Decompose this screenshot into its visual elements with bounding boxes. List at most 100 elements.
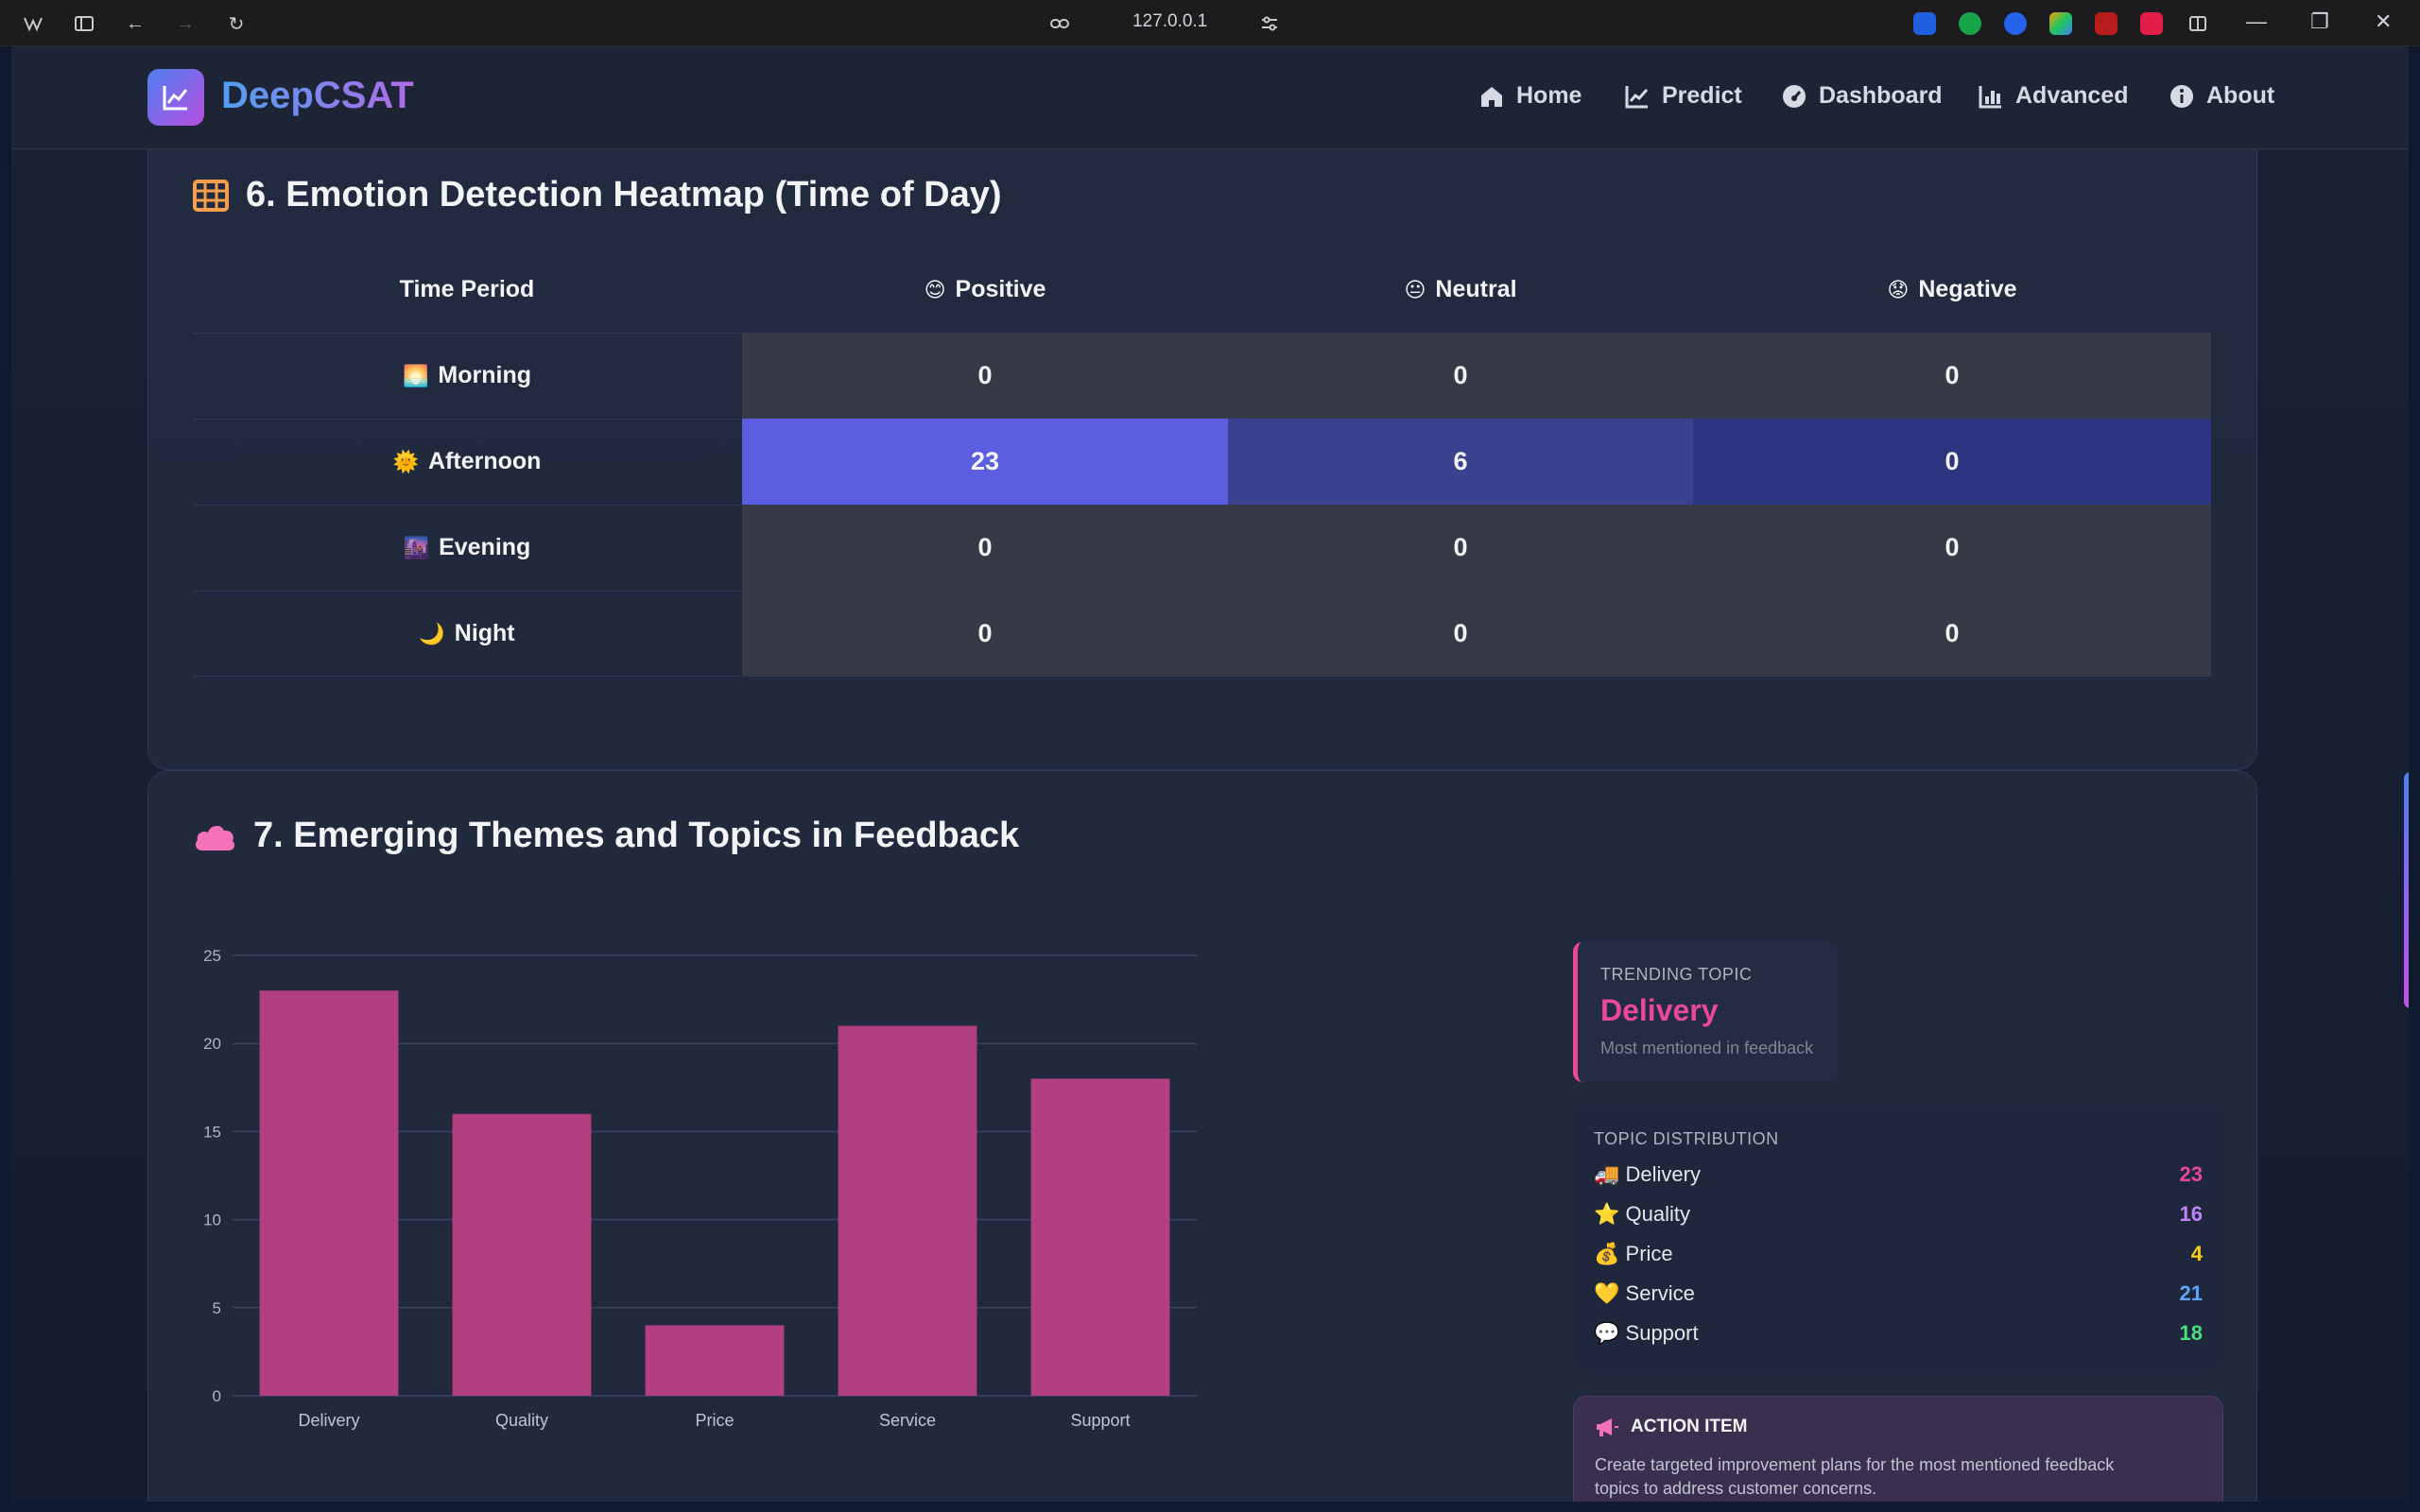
heatmap-cell: 0 (1693, 591, 2211, 677)
extension-arrow-icon[interactable] (1913, 12, 1936, 35)
heatmap-title: 6. Emotion Detection Heatmap (Time of Da… (193, 175, 1002, 215)
trending-topic-name: Delivery (1600, 993, 1719, 1027)
themes-title-text: 7. Emerging Themes and Topics in Feedbac… (253, 816, 1020, 855)
themes-title: 7. Emerging Themes and Topics in Feedbac… (193, 816, 1019, 856)
distribution-heading: TOPIC DISTRIBUTION (1594, 1129, 1779, 1148)
x-tick-label: Service (879, 1411, 936, 1430)
site-settings-icon[interactable] (1257, 11, 1282, 36)
ublock-icon[interactable] (2095, 12, 2118, 35)
logo-icon[interactable] (147, 69, 204, 126)
sidebar-toggle-icon[interactable] (72, 11, 96, 36)
topic-bar-chart: 0 5 10 15 20 25 Delivery Quality Price Service Sup… (203, 947, 1197, 1430)
action-text: Create targeted improvement plans for th… (1595, 1455, 2115, 1498)
row-label-evening: 🌆 Evening (193, 505, 741, 590)
y-tick-label: 15 (203, 1123, 221, 1141)
app-navbar: DeepCSAT Home Predict Dashboard Advanced… (11, 46, 2409, 149)
col-header-negative: 😟 Negative (1887, 276, 2017, 302)
bar-service[interactable] (838, 1025, 977, 1396)
col-header-time-period: Time Period (399, 276, 535, 302)
back-icon[interactable]: ← (123, 11, 147, 36)
topic-distribution-panel: TOPIC DISTRIBUTION 🚚 Delivery 23 ⭐ Quali… (1573, 1105, 2223, 1371)
col-header-neutral: 😐 Neutral (1404, 276, 1517, 302)
heatmap-cell: 0 (1693, 333, 2211, 419)
neutral-emoji-icon: 😐 (1404, 277, 1426, 301)
info-icon (2170, 84, 2193, 108)
bar-quality[interactable] (452, 1113, 592, 1396)
star-emoji-icon: ⭐ (1594, 1202, 1620, 1226)
grammarly-icon[interactable] (1959, 12, 1981, 35)
nav-dashboard[interactable]: Dashboard (1781, 82, 1943, 110)
distribution-row-quality: ⭐ Quality 16 (1594, 1202, 2203, 1226)
action-heading: ACTION ITEM (1631, 1417, 1748, 1436)
distribution-count: 4 (2190, 1242, 2203, 1265)
smile-emoji-icon: 😊 (924, 277, 946, 301)
bar-delivery[interactable] (259, 990, 399, 1396)
money-bag-emoji-icon: 💰 (1594, 1242, 1620, 1265)
address-bar[interactable]: 127.0.0.1 (1132, 11, 1207, 32)
truck-emoji-icon: 🚚 (1594, 1162, 1620, 1186)
shield-extension-icon[interactable] (2140, 12, 2163, 35)
nav-about[interactable]: About (2169, 82, 2274, 110)
heatmap-cell: 23 (742, 419, 1228, 505)
nav-advanced[interactable]: Advanced (1978, 82, 2128, 110)
split-view-icon[interactable] (2186, 11, 2210, 36)
x-tick-label: Support (1070, 1411, 1130, 1430)
distribution-row-support: 💬 Support 18 (1594, 1321, 2203, 1345)
cityscape-emoji-icon: 🌆 (403, 535, 430, 559)
heatmap-cell: 0 (742, 505, 1228, 591)
close-icon[interactable]: ✕ (2375, 9, 2392, 34)
heatmap-title-text: 6. Emotion Detection Heatmap (Time of Da… (246, 175, 1002, 215)
y-tick-label: 25 (203, 947, 221, 965)
distribution-row-delivery: 🚚 Delivery 23 (1594, 1162, 2203, 1186)
heatmap-cell: 6 (1228, 419, 1693, 505)
color-extension-icon[interactable] (2049, 12, 2072, 35)
y-tick-label: 20 (203, 1035, 221, 1053)
bar-price[interactable] (645, 1325, 785, 1396)
nav-home[interactable]: Home (1478, 82, 1582, 110)
distribution-row-price: 💰 Price 4 (1594, 1242, 2203, 1265)
brand-name[interactable]: DeepCSAT (221, 75, 414, 117)
row-label-afternoon: 🌞 Afternoon (193, 419, 741, 504)
bar-support[interactable] (1030, 1078, 1170, 1396)
trending-kicker: TRENDING TOPIC (1600, 965, 1753, 984)
moon-emoji-icon: 🌙 (419, 621, 445, 645)
reload-icon[interactable]: ↻ (224, 11, 249, 36)
heatmap-cell: 0 (1693, 419, 2211, 505)
line-chart-icon (1625, 85, 1649, 108)
nav-predict[interactable]: Predict (1624, 82, 1742, 110)
cloud-icon (195, 825, 235, 850)
col-header-positive: 😊 Positive (924, 276, 1046, 302)
distribution-row-service: 💛 Service 21 (1594, 1281, 2203, 1305)
x-tick-label: Price (695, 1411, 734, 1430)
y-tick-label: 10 (203, 1211, 221, 1229)
heatmap-cell: 0 (742, 591, 1228, 677)
distribution-count: 16 (2179, 1202, 2203, 1226)
restore-icon[interactable]: ❐ (2310, 9, 2329, 34)
heatmap-cell: 0 (1693, 505, 2211, 591)
sun-emoji-icon: 🌞 (392, 449, 419, 473)
action-item-panel: ACTION ITEM Create targeted improvement … (1573, 1396, 2223, 1502)
dark-mode-icon[interactable] (2004, 12, 2027, 35)
x-tick-label: Delivery (298, 1411, 359, 1430)
y-tick-label: 5 (213, 1299, 221, 1317)
link-icon[interactable] (1047, 11, 1072, 36)
page-viewport: 6. Emotion Detection Heatmap (Time of Da… (11, 46, 2409, 1502)
distribution-count: 21 (2179, 1281, 2203, 1305)
y-tick-label: 0 (213, 1387, 221, 1405)
browser-logo-icon[interactable] (21, 11, 45, 36)
heatmap-cell: 0 (1228, 333, 1693, 419)
minimize-icon[interactable]: — (2246, 9, 2267, 34)
megaphone-icon (1597, 1418, 1618, 1436)
forward-icon[interactable]: → (173, 11, 198, 36)
trending-topic-panel: TRENDING TOPIC Delivery Most mentioned i… (1573, 942, 1838, 1082)
row-label-morning: 🌅 Morning (193, 333, 741, 418)
distribution-count: 23 (2179, 1162, 2203, 1186)
sad-emoji-icon: 😟 (1887, 277, 1910, 301)
gauge-icon (1783, 84, 1806, 108)
home-icon (1481, 86, 1502, 107)
page-scrollbar[interactable] (2404, 772, 2409, 1008)
heart-emoji-icon: 💛 (1594, 1281, 1620, 1305)
heatmap-cell: 0 (1228, 505, 1693, 591)
speech-bubble-emoji-icon: 💬 (1594, 1321, 1620, 1345)
browser-toolbar: ← → ↻ 127.0.0.1 — ❐ ✕ (0, 0, 2420, 46)
